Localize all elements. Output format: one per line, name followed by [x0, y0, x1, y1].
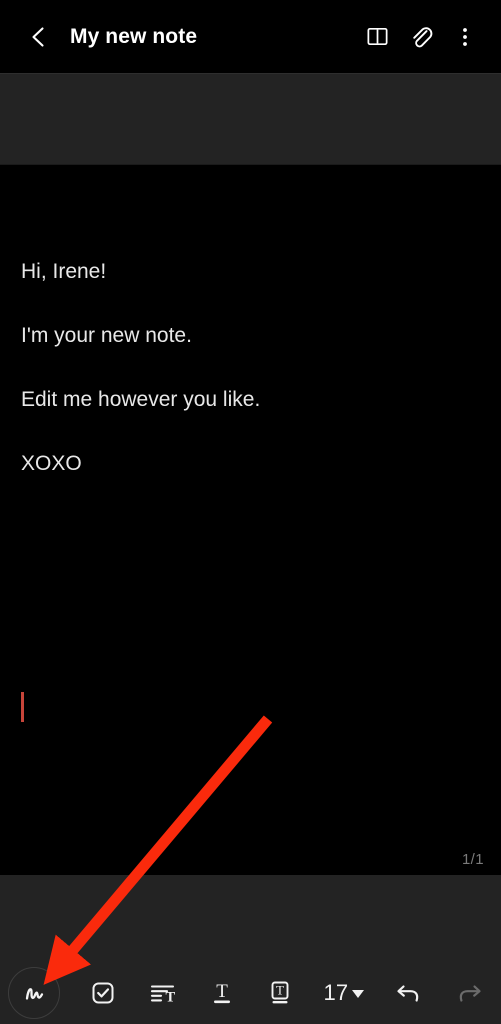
font-size-button[interactable]: 17: [323, 979, 365, 1006]
header-actions: [355, 15, 501, 59]
chevron-down-icon: [352, 990, 365, 998]
note-line: XOXO: [21, 452, 82, 475]
svg-text:T: T: [216, 981, 228, 1002]
handwriting-pen-icon: [25, 987, 44, 1000]
page-indicator: 1/1: [461, 851, 484, 868]
editor-toolbar: T T T 17: [0, 875, 501, 1024]
note-line: I'm your new note.: [21, 324, 192, 347]
more-vertical-icon: [463, 27, 467, 46]
svg-text:T: T: [165, 989, 175, 1005]
undo-button[interactable]: [393, 961, 425, 1024]
text-box-icon: T: [271, 981, 289, 1003]
note-line: Edit me however you like.: [21, 388, 261, 411]
text-box-button[interactable]: T: [265, 961, 295, 1024]
checklist-button[interactable]: [88, 961, 118, 1024]
paragraph-format-icon: T: [150, 984, 175, 1005]
book-open-icon: [367, 27, 387, 46]
attach-button[interactable]: [399, 15, 443, 59]
note-editor-screen: My new note Hi, Irene! I'm your new note…: [0, 0, 501, 1024]
page-title: My new note: [70, 24, 198, 48]
font-size-value: 17: [323, 979, 349, 1005]
text-caret: [21, 692, 24, 722]
handwriting-pen-button[interactable]: [8, 966, 60, 1019]
note-meta-band: [0, 73, 501, 165]
svg-text:T: T: [276, 982, 284, 997]
note-content-area[interactable]: Hi, Irene! I'm your new note. Edit me ho…: [0, 166, 501, 875]
redo-button[interactable]: [453, 961, 485, 1024]
note-line: Hi, Irene!: [21, 260, 107, 283]
checkbox-icon: [92, 982, 114, 1003]
note-text[interactable]: Hi, Irene! I'm your new note. Edit me ho…: [21, 240, 461, 496]
paragraph-format-button[interactable]: T: [147, 961, 179, 1024]
more-options-button[interactable]: [443, 15, 487, 59]
redo-icon: [459, 984, 481, 1002]
paperclip-icon: [413, 26, 433, 47]
undo-icon: [397, 984, 418, 1002]
back-button[interactable]: [16, 14, 62, 60]
text-style-button[interactable]: T: [207, 961, 237, 1024]
chevron-left-icon: [32, 26, 44, 47]
app-header: My new note: [0, 0, 501, 73]
text-underline-icon: T: [213, 981, 230, 1003]
toolbar-row: T T T 17: [0, 961, 501, 1024]
reading-mode-button[interactable]: [355, 15, 399, 59]
